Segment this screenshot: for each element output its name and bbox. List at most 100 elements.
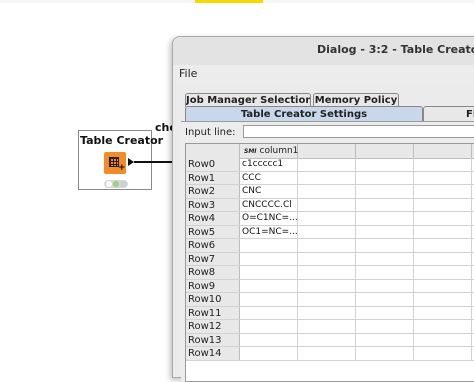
- table-cell[interactable]: [298, 239, 356, 252]
- row-header[interactable]: Row10: [186, 293, 240, 306]
- row-header[interactable]: Row7: [186, 252, 240, 265]
- table-cell[interactable]: [414, 225, 472, 238]
- row-header[interactable]: Row1: [186, 171, 240, 184]
- column4-header[interactable]: [414, 144, 472, 158]
- table-cell[interactable]: [414, 198, 472, 211]
- table-cell[interactable]: [356, 252, 414, 265]
- table-cell[interactable]: [240, 306, 298, 319]
- table-cell[interactable]: [298, 306, 356, 319]
- tab-table-creator-settings[interactable]: Table Creator Settings: [185, 106, 423, 122]
- table-cell[interactable]: [356, 333, 414, 346]
- column1-header[interactable]: SMI column1: [240, 144, 298, 158]
- table-cell[interactable]: [356, 225, 414, 238]
- table-cell[interactable]: [356, 171, 414, 184]
- column3-header[interactable]: [356, 144, 414, 158]
- table-cell[interactable]: [298, 279, 356, 292]
- table-cell[interactable]: [298, 333, 356, 346]
- table-cell[interactable]: [414, 239, 472, 252]
- table-cell[interactable]: [414, 279, 472, 292]
- table-cell[interactable]: [240, 347, 298, 360]
- table-cell[interactable]: O=C1NC=...: [240, 212, 298, 225]
- table-cell[interactable]: [356, 306, 414, 319]
- table-cell[interactable]: [414, 266, 472, 279]
- row-header[interactable]: Row12: [186, 320, 240, 333]
- menu-bar: File: [173, 65, 474, 83]
- table-cell[interactable]: [298, 212, 356, 225]
- top-toolbar-accent: [195, 0, 263, 3]
- row-header[interactable]: Row2: [186, 185, 240, 198]
- table-row: Row1 CCC: [186, 171, 474, 185]
- table-cell[interactable]: [298, 266, 356, 279]
- table-cell[interactable]: [240, 239, 298, 252]
- table-row: Row14: [186, 347, 474, 361]
- table-cell[interactable]: CNC: [240, 185, 298, 198]
- table-row: Row8: [186, 266, 474, 280]
- table-cell[interactable]: [298, 320, 356, 333]
- table-row: Row4 O=C1NC=...: [186, 212, 474, 226]
- table-row: Row11: [186, 306, 474, 320]
- table-cell[interactable]: [356, 266, 414, 279]
- row-header[interactable]: Row9: [186, 279, 240, 292]
- table-cell[interactable]: [298, 293, 356, 306]
- table-row: Row3 CNCCCC.Cl: [186, 198, 474, 212]
- table-cell[interactable]: [356, 347, 414, 360]
- table-cell[interactable]: [356, 279, 414, 292]
- menu-file[interactable]: File: [179, 67, 197, 80]
- node-title: Table Creator: [80, 134, 164, 147]
- table-row: Row2 CNC: [186, 185, 474, 199]
- table-cell[interactable]: [298, 185, 356, 198]
- row-header[interactable]: Row11: [186, 306, 240, 319]
- table-cell[interactable]: [298, 252, 356, 265]
- dialog-titlebar[interactable]: Dialog - 3:2 - Table Creator: [173, 37, 474, 66]
- table-cell[interactable]: [298, 171, 356, 184]
- table-cell[interactable]: [356, 212, 414, 225]
- row-header[interactable]: Row5: [186, 225, 240, 238]
- table-cell[interactable]: [298, 225, 356, 238]
- table-cell[interactable]: [414, 158, 472, 171]
- table-cell[interactable]: [414, 333, 472, 346]
- tab-memory-policy[interactable]: Memory Policy: [313, 93, 399, 107]
- table-cell[interactable]: [414, 212, 472, 225]
- table-cell[interactable]: [240, 320, 298, 333]
- table-cell[interactable]: [240, 266, 298, 279]
- table-header-row: SMI column1: [186, 144, 474, 159]
- row-header[interactable]: Row14: [186, 347, 240, 360]
- table-cell[interactable]: [356, 185, 414, 198]
- input-line-field[interactable]: [243, 125, 474, 138]
- row-header[interactable]: Row6: [186, 239, 240, 252]
- table-row: Row7: [186, 252, 474, 266]
- row-header[interactable]: Row13: [186, 333, 240, 346]
- row-header[interactable]: Row0: [186, 158, 240, 171]
- table-cell[interactable]: [414, 347, 472, 360]
- row-header[interactable]: Row4: [186, 212, 240, 225]
- row-header[interactable]: Row8: [186, 266, 240, 279]
- table-cell[interactable]: [356, 320, 414, 333]
- table-cell[interactable]: c1ccccc1: [240, 158, 298, 171]
- table-cell[interactable]: [414, 320, 472, 333]
- table-cell[interactable]: [356, 239, 414, 252]
- table-cell[interactable]: [414, 185, 472, 198]
- table-cell[interactable]: [414, 306, 472, 319]
- table-row: Row13: [186, 333, 474, 347]
- table-cell[interactable]: [298, 198, 356, 211]
- row-header[interactable]: Row3: [186, 198, 240, 211]
- table-cell[interactable]: [356, 158, 414, 171]
- table-cell[interactable]: [356, 198, 414, 211]
- table-cell[interactable]: [240, 252, 298, 265]
- table-cell[interactable]: OC1=NC=...: [240, 225, 298, 238]
- table-cell[interactable]: CCC: [240, 171, 298, 184]
- tab-partial[interactable]: Fl: [423, 106, 474, 122]
- table-cell[interactable]: [240, 279, 298, 292]
- table-cell[interactable]: [414, 252, 472, 265]
- table-cell[interactable]: [240, 333, 298, 346]
- node-status-indicator: [104, 180, 128, 188]
- table-cell[interactable]: CNCCCC.Cl: [240, 198, 298, 211]
- table-cell[interactable]: [414, 171, 472, 184]
- column2-header[interactable]: [298, 144, 356, 158]
- table-cell[interactable]: [298, 158, 356, 171]
- table-cell[interactable]: [240, 293, 298, 306]
- table-cell[interactable]: [298, 347, 356, 360]
- table-cell[interactable]: [356, 293, 414, 306]
- tab-job-manager[interactable]: Job Manager Selection: [185, 93, 311, 107]
- table-cell[interactable]: [414, 293, 472, 306]
